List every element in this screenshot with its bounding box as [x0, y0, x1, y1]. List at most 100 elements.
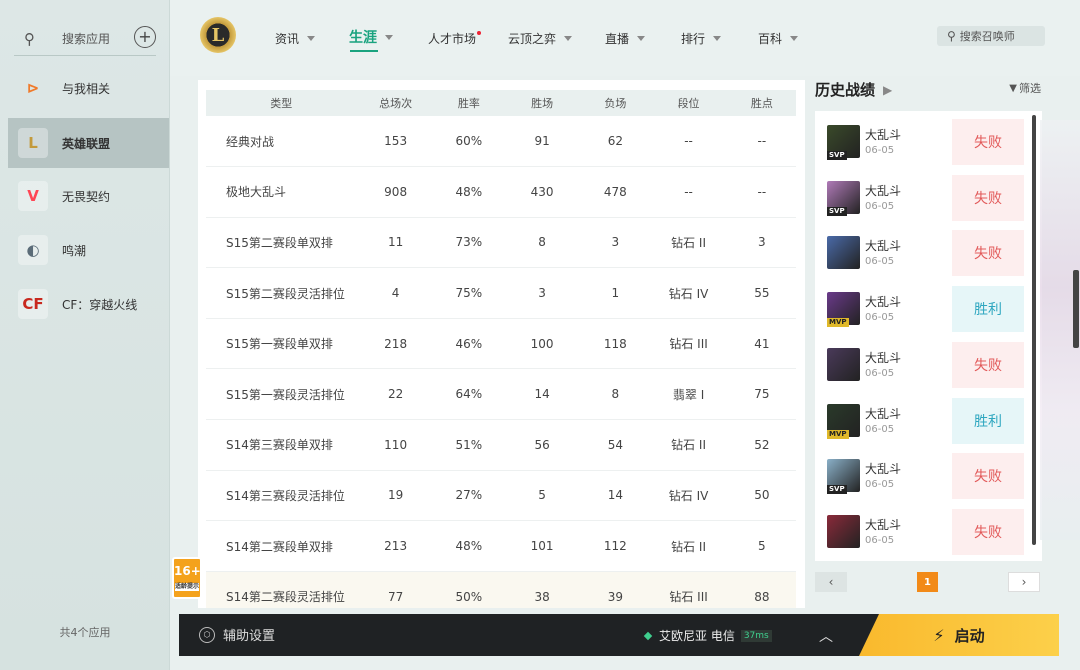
table-cell: 4: [356, 267, 435, 319]
match-item[interactable]: 大乱斗 06-05 失败: [815, 504, 1042, 560]
prev-page-button[interactable]: ‹: [815, 572, 847, 592]
table-cell: S14第二赛段单双排: [206, 520, 357, 572]
chevron-down-icon: [790, 36, 799, 41]
match-result: 失败: [952, 119, 1024, 165]
table-cell: 110: [356, 419, 435, 471]
match-mode: 大乱斗: [865, 350, 902, 365]
performance-badge: MVP: [827, 429, 849, 439]
table-cell: 极地大乱斗: [206, 166, 357, 218]
table-cell: 翡翠 I: [649, 368, 728, 421]
table-cell: 14: [581, 470, 650, 522]
nav-tab-2[interactable]: 人才市场: [428, 30, 482, 47]
table-cell: 48%: [434, 166, 503, 218]
chevron-up-icon[interactable]: ︿: [819, 626, 833, 646]
match-date: 06-05: [865, 479, 895, 491]
table-cell: 213: [356, 520, 435, 572]
page-scrollbar[interactable]: [1073, 270, 1079, 348]
table-cell: 75%: [434, 267, 503, 319]
table-cell: --: [727, 166, 796, 218]
table-cell: 39: [581, 571, 650, 608]
age-rating-note: 适龄提示: [175, 583, 200, 591]
table-cell: 430: [502, 166, 582, 218]
nav-tab-0[interactable]: 资讯: [275, 30, 316, 47]
sidebar-item-label: 无畏契约: [62, 189, 111, 204]
table-cell: S15第一赛段单双排: [206, 318, 357, 370]
match-item[interactable]: SVP 大乱斗 06-05 失败: [815, 114, 1042, 170]
nav-tab-3[interactable]: 云顶之弈: [508, 30, 573, 47]
match-mode: 大乱斗: [865, 462, 902, 477]
match-list: SVP 大乱斗 06-05 失败 SVP 大乱斗 06-05 失败 大乱斗 06-05 失败 MVP 大…: [815, 111, 1042, 561]
table-cell: S14第二赛段灵活排位: [206, 571, 357, 608]
table-cell: 153: [356, 116, 435, 168]
lol-logo-icon[interactable]: L: [200, 17, 236, 53]
column-header: 总场次: [356, 90, 435, 116]
nav-tab-label: 云顶之弈: [508, 32, 557, 46]
table-cell: 19: [356, 470, 435, 522]
match-item[interactable]: SVP 大乱斗 06-05 失败: [815, 448, 1042, 504]
server-ping: 37ms: [740, 629, 772, 642]
table-cell: 8: [502, 217, 582, 269]
server-selector[interactable]: 艾欧尼亚 电信 37ms: [643, 627, 772, 644]
chevron-down-icon: [385, 34, 393, 40]
cf-icon: CF: [18, 289, 48, 319]
sidebar-item-cf[interactable]: CF CF：穿越火线: [8, 279, 169, 329]
match-item[interactable]: MVP 大乱斗 06-05 胜利: [815, 393, 1042, 449]
current-page[interactable]: 1: [917, 572, 938, 592]
nav-tab-label: 直播: [605, 32, 630, 46]
nav-active-indicator: [350, 50, 378, 52]
plus-icon[interactable]: +: [134, 26, 156, 48]
match-result: 失败: [952, 230, 1024, 277]
sidebar-item-related[interactable]: ⊳ 与我相关: [8, 63, 169, 113]
table-cell: 钻石 IV: [649, 267, 728, 319]
table-cell: 3: [581, 217, 650, 269]
table-cell: --: [649, 166, 728, 218]
app-search[interactable]: ⚲ 搜索应用 +: [14, 22, 156, 56]
column-header: 负场: [581, 90, 650, 116]
column-header: 段位: [649, 90, 728, 116]
match-mode: 大乱斗: [865, 517, 902, 532]
app-count: 共4个应用: [59, 626, 111, 639]
sidebar-item-label: 英雄联盟: [62, 136, 111, 151]
table-cell: 60%: [434, 116, 503, 168]
match-mode: 大乱斗: [865, 239, 902, 254]
search-icon: ⚲: [24, 29, 35, 48]
match-date: 06-05: [865, 312, 895, 324]
nav-tab-4[interactable]: 直播: [605, 30, 646, 47]
table-cell: 1: [581, 267, 650, 319]
table-cell: 101: [502, 520, 582, 572]
assist-settings-label: 辅助设置: [223, 629, 276, 644]
nav-tab-1[interactable]: 生涯: [349, 27, 393, 47]
sidebar-item-wuthering[interactable]: ◐ 鸣潮: [8, 225, 169, 275]
table-cell: --: [649, 116, 728, 168]
champion-avatar: [827, 347, 860, 381]
table-cell: 118: [581, 318, 650, 370]
table-cell: 46%: [434, 318, 503, 370]
performance-badge: SVP: [827, 151, 847, 160]
table-cell: S14第三赛段灵活排位: [206, 470, 357, 522]
match-history-title[interactable]: 历史战绩 ▶: [815, 79, 892, 100]
sidebar-item-lol[interactable]: L 英雄联盟: [8, 118, 169, 168]
nav-tab-label: 生涯: [349, 30, 377, 46]
next-page-button[interactable]: ›: [1008, 572, 1040, 592]
top-nav: L 资讯 生涯 人才市场 云顶之弈 直播 排行 百科 ⚲ 搜索召唤师: [170, 0, 1080, 76]
launch-button[interactable]: ⚡ 启动: [859, 614, 1059, 656]
table-row: S14第三赛段单双排 110 51% 56 54 钻石 II 52: [206, 419, 796, 471]
table-cell: 54: [581, 419, 650, 471]
match-item[interactable]: 大乱斗 06-05 失败: [815, 225, 1042, 281]
match-item[interactable]: MVP 大乱斗 06-05 胜利: [815, 281, 1042, 337]
table-cell: 75: [727, 368, 796, 421]
assist-settings-button[interactable]: ⬡ 辅助设置: [199, 625, 275, 644]
nav-tab-5[interactable]: 排行: [681, 30, 722, 47]
nav-tab-6[interactable]: 百科: [758, 30, 799, 47]
sidebar-item-valorant[interactable]: V 无畏契约: [8, 171, 169, 221]
column-header: 类型: [206, 90, 357, 116]
server-status-icon: [643, 631, 653, 640]
table-cell: 3: [727, 217, 796, 269]
table-cell: 112: [581, 520, 650, 572]
match-item[interactable]: 大乱斗 06-05 失败: [815, 337, 1042, 393]
bottom-bar: ⬡ 辅助设置 艾欧尼亚 电信 37ms ︿ ⚡ 启动: [179, 614, 1059, 656]
summoner-search-input[interactable]: ⚲ 搜索召唤师: [937, 26, 1045, 46]
table-cell: 钻石 IV: [649, 470, 728, 522]
match-item[interactable]: SVP 大乱斗 06-05 失败: [815, 170, 1042, 226]
filter-button[interactable]: ▼ 筛选: [1009, 80, 1041, 96]
